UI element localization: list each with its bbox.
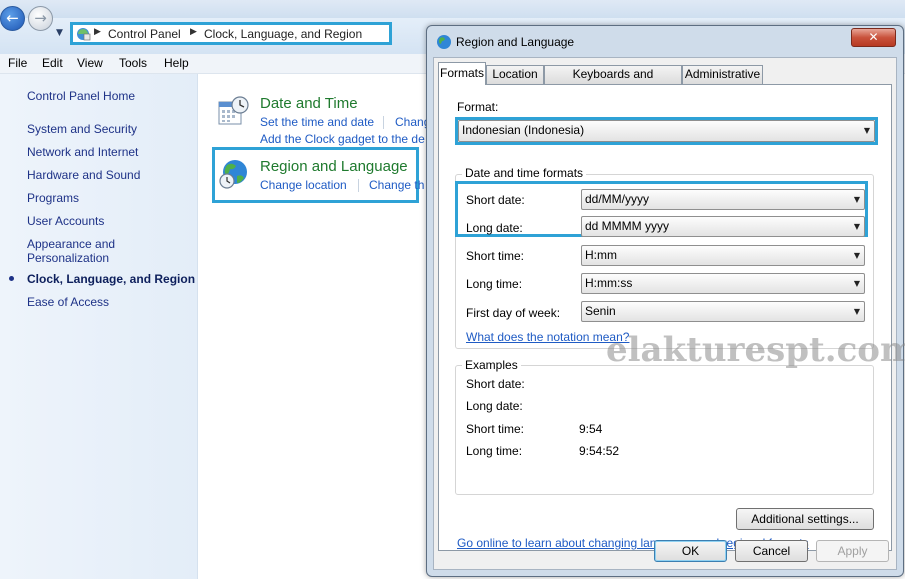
breadcrumb-separator-icon[interactable]: ▶ — [190, 27, 197, 37]
ok-button[interactable]: OK — [654, 540, 727, 562]
close-icon: ✕ — [868, 30, 879, 44]
cancel-button[interactable]: Cancel — [735, 540, 808, 562]
first-day-label: First day of week: — [466, 306, 561, 320]
breadcrumb-clock-language-region[interactable]: Clock, Language, and Region — [204, 27, 362, 41]
notation-help-link[interactable]: What does the notation mean? — [466, 330, 629, 344]
first-day-dropdown[interactable]: Senin ▼ — [581, 301, 865, 322]
date-time-title[interactable]: Date and Time — [260, 95, 358, 112]
tab-keyboards-languages[interactable]: Keyboards and Languages — [544, 65, 682, 98]
short-date-dropdown[interactable]: dd/MM/yyyy ▼ — [581, 189, 865, 210]
short-time-label: Short time: — [466, 249, 525, 263]
sidebar-item-programs[interactable]: Programs — [27, 191, 79, 205]
menu-tools[interactable]: Tools — [119, 56, 147, 70]
examples-title: Examples — [462, 358, 521, 372]
dialog-title: Region and Language — [456, 35, 575, 49]
example-long-time-label: Long time: — [466, 444, 523, 458]
sidebar-item-clock-language-region[interactable]: Clock, Language, and Region — [27, 272, 195, 286]
format-dropdown[interactable]: Indonesian (Indonesia) ▼ — [458, 120, 875, 142]
control-panel-icon — [77, 28, 91, 41]
example-short-time-value: 9:54 — [579, 422, 603, 436]
arrow-left-icon: ← — [6, 9, 19, 27]
calendar-clock-icon — [218, 96, 249, 125]
chevron-down-icon: ▼ — [853, 307, 860, 316]
window-title-strip — [0, 0, 905, 18]
example-short-date-label: Short date: — [466, 377, 525, 391]
link-divider — [358, 179, 359, 192]
sidebar-item-hardware-sound[interactable]: Hardware and Sound — [27, 168, 140, 182]
menu-file[interactable]: File — [8, 56, 27, 70]
menu-edit[interactable]: Edit — [42, 56, 63, 70]
close-button[interactable]: ✕ — [851, 28, 896, 47]
link-divider — [383, 116, 384, 129]
chevron-down-icon: ▼ — [853, 279, 860, 288]
menu-help[interactable]: Help — [164, 56, 189, 70]
long-date-dropdown[interactable]: dd MMMM yyyy ▼ — [581, 216, 865, 237]
region-language-dialog: Region and Language ✕ Formats Location K… — [426, 25, 904, 577]
globe-icon — [437, 35, 451, 49]
arrow-right-icon: → — [34, 9, 47, 27]
sidebar-item-appearance[interactable]: Appearance and Personalization — [27, 237, 127, 265]
breadcrumb-control-panel[interactable]: Control Panel — [108, 27, 181, 41]
change-formats-link[interactable]: Change th — [369, 178, 424, 192]
menu-view[interactable]: View — [77, 56, 103, 70]
short-date-label: Short date: — [466, 193, 525, 207]
sidebar-item-network-internet[interactable]: Network and Internet — [27, 145, 138, 159]
chevron-down-icon: ▼ — [853, 222, 860, 231]
sidebar-item-system-security[interactable]: System and Security — [27, 122, 137, 136]
set-time-date-link[interactable]: Set the time and date — [260, 115, 374, 129]
globe-clock-icon — [219, 160, 247, 189]
example-long-date-label: Long date: — [466, 399, 523, 413]
sidebar-item-user-accounts[interactable]: User Accounts — [27, 214, 104, 228]
format-label: Format: — [457, 100, 499, 114]
long-time-label: Long time: — [466, 277, 523, 291]
tab-formats[interactable]: Formats — [438, 62, 486, 85]
current-item-bullet — [9, 276, 14, 281]
long-time-dropdown[interactable]: H:mm:ss ▼ — [581, 273, 865, 294]
breadcrumb-separator-icon[interactable]: ▶ — [94, 27, 101, 37]
chevron-down-icon: ▼ — [863, 126, 870, 135]
sidebar-item-control-panel-home[interactable]: Control Panel Home — [27, 89, 135, 103]
short-time-dropdown[interactable]: H:mm ▼ — [581, 245, 865, 266]
sidebar-item-ease-of-access[interactable]: Ease of Access — [27, 295, 109, 309]
formats-tab-panel: Format: Indonesian (Indonesia) ▼ Date an… — [438, 84, 892, 551]
example-long-time-value: 9:54:52 — [579, 444, 620, 458]
tab-administrative[interactable]: Administrative — [682, 65, 763, 84]
dialog-body: Formats Location Keyboards and Languages… — [433, 57, 897, 570]
apply-button[interactable]: Apply — [816, 540, 889, 562]
tab-location[interactable]: Location — [486, 65, 544, 84]
watermark-text: elakturespt.com — [606, 330, 905, 370]
region-language-title[interactable]: Region and Language — [260, 158, 408, 175]
back-button[interactable]: ← — [0, 6, 25, 31]
long-date-label: Long date: — [466, 221, 523, 235]
format-value: Indonesian (Indonesia) — [462, 123, 585, 137]
example-short-time-label: Short time: — [466, 422, 525, 436]
short-time-value: H:mm — [585, 248, 617, 262]
short-date-value: dd/MM/yyyy — [585, 192, 650, 206]
additional-settings-button[interactable]: Additional settings... — [736, 508, 874, 530]
chevron-down-icon: ▼ — [853, 195, 860, 204]
address-bar[interactable]: ▶ Control Panel ▶ Clock, Language, and R… — [70, 22, 392, 45]
chevron-down-icon: ▼ — [853, 251, 860, 260]
date-time-formats-title: Date and time formats — [462, 166, 587, 180]
change-location-link[interactable]: Change location — [260, 178, 347, 192]
long-time-value: H:mm:ss — [585, 276, 633, 290]
long-date-value: dd MMMM yyyy — [585, 219, 669, 233]
recent-pages-chevron-icon[interactable]: ▼ — [56, 28, 63, 38]
add-clock-gadget-link[interactable]: Add the Clock gadget to the de — [260, 132, 425, 146]
forward-button[interactable]: → — [28, 6, 53, 31]
first-day-value: Senin — [585, 304, 616, 318]
